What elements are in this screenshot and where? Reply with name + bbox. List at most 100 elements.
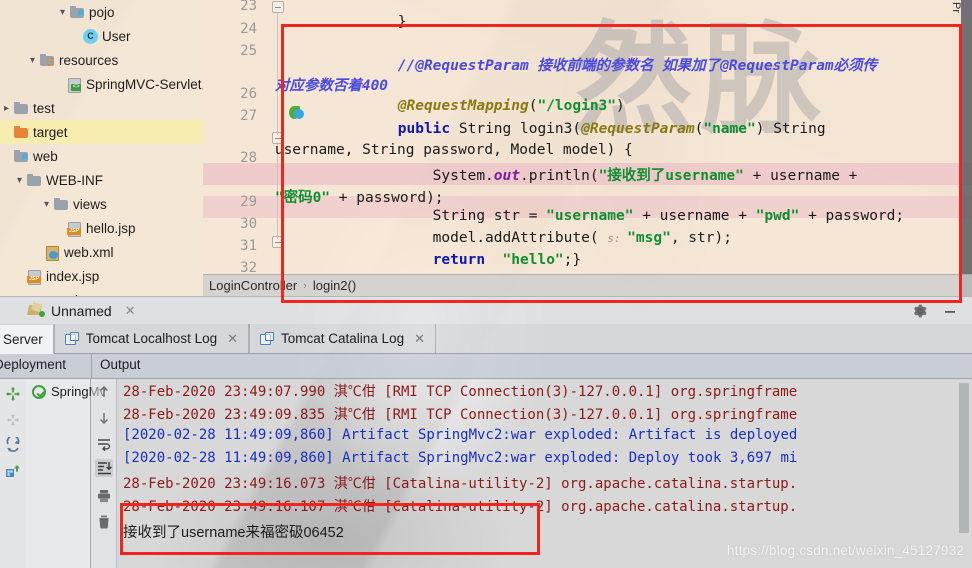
java-class-icon: C: [83, 28, 98, 44]
deployment-toolbar[interactable]: [0, 379, 26, 568]
breadcrumb-method[interactable]: login2(): [313, 278, 356, 293]
folder-icon: [53, 197, 70, 212]
folder-module-icon: [69, 5, 86, 20]
tree-item-web-inf[interactable]: ▾ WEB-INF: [0, 168, 203, 192]
web-xml-icon: [44, 245, 61, 261]
tree-item-index-jsp[interactable]: JSP index.jsp: [0, 264, 203, 288]
code-fold-toggle[interactable]: [272, 1, 284, 13]
code-segment: + username +: [743, 168, 858, 184]
folder-resources-icon: [39, 53, 56, 68]
run-panel-title-label: Unnamed: [51, 302, 112, 319]
code-segment: ;}: [563, 252, 582, 268]
jsp-file-icon: JSP: [26, 269, 43, 285]
run-configuration-title[interactable]: Unnamed ✕: [26, 301, 136, 319]
code-text[interactable]: } //@RequestParam 接收前端的参数名 如果加了@RequestP…: [275, 0, 972, 296]
tree-item-label: SpringMVC-Servlet.xr: [86, 76, 203, 92]
close-icon[interactable]: ✕: [414, 331, 425, 347]
folder-orange-icon: [13, 125, 30, 140]
parameter-hint: s:: [607, 232, 628, 245]
tab-tomcat-localhost-log[interactable]: Tomcat Localhost Log ✕: [53, 324, 250, 353]
line-number: 25: [240, 43, 257, 59]
column-divider: [91, 354, 92, 378]
code-segment: out: [493, 168, 520, 184]
deployment-list[interactable]: SpringMv: [26, 379, 106, 568]
console-scrollbar-thumb[interactable]: [959, 383, 969, 533]
scroll-up-icon[interactable]: [95, 383, 113, 401]
scroll-down-icon[interactable]: [95, 409, 113, 427]
tree-item-user[interactable]: C User: [0, 24, 203, 48]
code-segment: "hello": [502, 252, 564, 268]
tree-item-label: User: [102, 28, 131, 44]
code-fold-toggle[interactable]: [272, 236, 284, 248]
right-tool-button-project[interactable]: Pr: [948, 0, 972, 38]
console-line: 28-Feb-2020 23:49:09.835 淇℃佄 [RMI TCP Co…: [123, 407, 798, 423]
console-line: 28-Feb-2020 23:49:07.990 淇℃佄 [RMI TCP Co…: [123, 384, 798, 400]
trash-icon[interactable]: [95, 513, 113, 531]
print-icon[interactable]: [95, 487, 113, 505]
run-panel-tools: [912, 303, 972, 319]
tab-tomcat-catalina-log[interactable]: Tomcat Catalina Log ✕: [249, 324, 436, 353]
gear-icon[interactable]: [912, 303, 928, 319]
tree-item-web[interactable]: web: [0, 144, 203, 168]
run-panel-tabs[interactable]: Server Tomcat Localhost Log ✕ Tomcat Cat…: [0, 324, 972, 354]
tree-item-label: target: [33, 124, 68, 140]
ok-icon: [32, 384, 46, 399]
project-tree-panel[interactable]: ▾ pojo C User ▾ resources <> SpringMVC-S…: [0, 0, 203, 296]
console-output[interactable]: 28-Feb-2020 23:49:07.990 淇℃佄 [RMI TCP Co…: [117, 379, 958, 568]
redeploy-icon[interactable]: [4, 385, 22, 403]
breadcrumb[interactable]: LoginController › login2(): [203, 274, 972, 296]
tree-item-test[interactable]: ▸ test: [0, 96, 203, 120]
deployment-item[interactable]: SpringMv: [26, 379, 106, 399]
console-line: 28-Feb-2020 23:49:16.073 淇℃佄 [Catalina-u…: [123, 476, 798, 492]
tree-item-web-xml[interactable]: web.xml: [0, 240, 203, 264]
refresh-icon[interactable]: [4, 435, 22, 455]
scroll-to-end-icon[interactable]: [95, 459, 113, 477]
run-panel-header: Unnamed ✕: [0, 296, 972, 324]
log-icon: [260, 331, 275, 346]
tab-label: Server: [3, 331, 43, 347]
tree-item-views[interactable]: ▾ views: [0, 192, 203, 216]
deploy-artifact-icon[interactable]: [4, 463, 22, 481]
ide-window: ▾ pojo C User ▾ resources <> SpringMVC-S…: [0, 0, 972, 568]
code-segment: ) String: [755, 121, 826, 137]
tree-item-label: web.xml: [64, 244, 114, 260]
code-segment: "msg": [627, 230, 671, 246]
console-scrollbar[interactable]: [959, 379, 969, 568]
column-header-deployment: Deployment: [0, 357, 67, 372]
minimize-icon[interactable]: [942, 303, 958, 319]
tab-label: Tomcat Catalina Log: [281, 331, 405, 346]
breadcrumb-class[interactable]: LoginController: [209, 278, 297, 293]
close-icon[interactable]: ✕: [227, 331, 238, 347]
code-segment: .println(: [520, 168, 599, 184]
chevron-down-icon[interactable]: ▾: [40, 199, 53, 210]
tree-item-target[interactable]: target: [0, 120, 203, 144]
tree-item-springmvc-servlet-xml[interactable]: <> SpringMVC-Servlet.xr: [0, 72, 203, 96]
chevron-down-icon[interactable]: ▾: [26, 55, 39, 66]
tree-item-pojo[interactable]: ▾ pojo: [0, 0, 203, 24]
chevron-down-icon[interactable]: ▾: [13, 175, 26, 186]
console-toolbar[interactable]: [91, 379, 117, 568]
console-line: [2020-02-28 11:49:09,860] Artifact Sprin…: [123, 427, 798, 443]
code-editor[interactable]: 然脉 23 24 25 26 27 28 29 30 31 32} //@Re…: [203, 0, 972, 296]
tree-item-resources[interactable]: ▾ resources: [0, 48, 203, 72]
code-segment: //@RequestParam 接收前端的参数名 如果加了@RequestPar…: [362, 58, 878, 74]
tab-server[interactable]: Server: [0, 325, 54, 354]
tree-item-pom-xml[interactable]: m pom.xml: [0, 288, 203, 297]
tomcat-icon: [26, 301, 45, 318]
tree-item-label: test: [33, 100, 55, 116]
code-segment: + password;: [799, 208, 905, 224]
code-segment: "接收到了username": [598, 168, 744, 184]
log-icon: [64, 331, 80, 346]
tree-item-label: index.jsp: [46, 268, 100, 284]
undeploy-icon[interactable]: [4, 411, 22, 429]
chevron-down-icon[interactable]: ▾: [56, 7, 69, 18]
code-segment: return: [432, 252, 486, 268]
jsp-file-icon: JSP: [66, 221, 83, 237]
line-number: 23: [240, 0, 257, 14]
xml-file-icon: <>: [66, 77, 83, 93]
chevron-right-icon[interactable]: ▸: [0, 103, 13, 114]
close-icon[interactable]: ✕: [125, 303, 136, 319]
tree-item-hello-jsp[interactable]: JSP hello.jsp: [0, 216, 203, 240]
soft-wrap-icon[interactable]: [95, 435, 113, 453]
